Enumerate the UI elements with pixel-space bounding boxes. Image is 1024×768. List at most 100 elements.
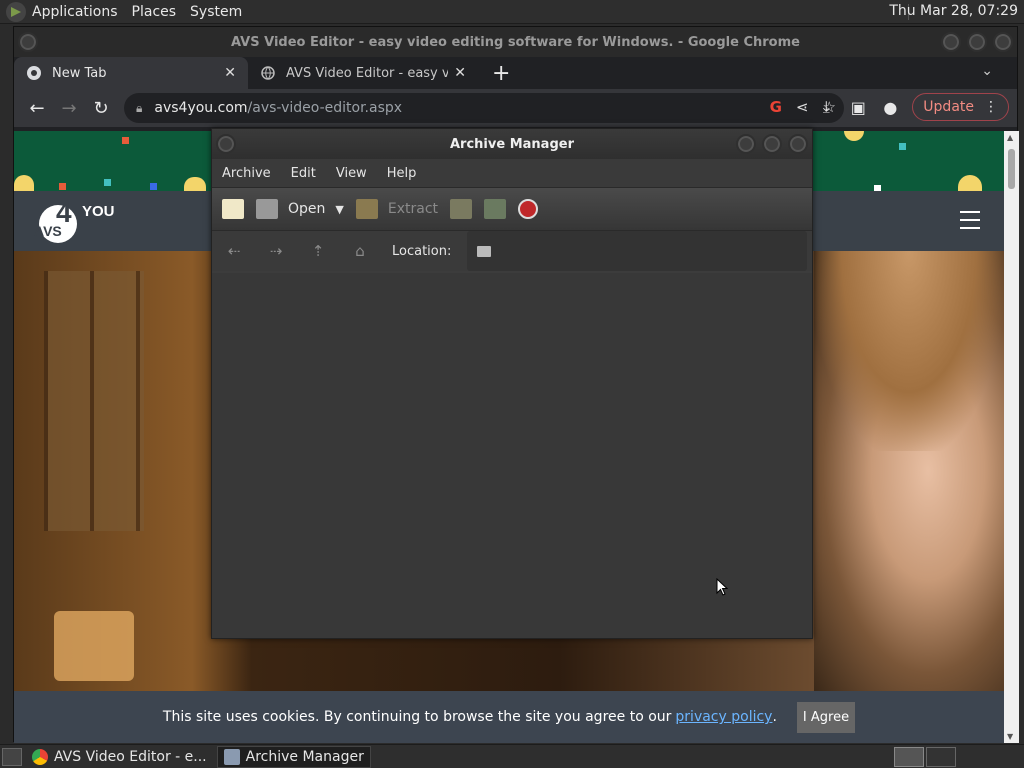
profile-icon[interactable]: ● [880,98,900,117]
chrome-toolbar: ← → ↻ 🔒︎ avs4you.com/avs-video-editor.as… [14,89,1017,127]
add-files-icon[interactable] [450,199,473,219]
mouse-cursor-icon [716,578,728,596]
archive-toolbar: Open ▼ Extract [212,187,812,231]
tab-title: New Tab [52,65,107,81]
close-window-button[interactable] [993,32,1013,52]
extract-icon [355,199,378,219]
menu-applications[interactable]: Applications [32,4,118,20]
confetti [14,175,34,191]
home-icon[interactable]: ⌂ [350,242,370,260]
share-icon[interactable]: ⋖ [796,98,809,116]
confetti [122,137,129,144]
side-panel-icon[interactable]: ▣ [848,98,868,117]
chrome-titlebar[interactable]: AVS Video Editor - easy video editing so… [14,27,1017,57]
window-menu-button[interactable] [216,134,236,154]
close-tab-icon[interactable]: ✕ [454,65,466,81]
url-text: avs4you.com/avs-video-editor.aspx [154,100,403,116]
page-scrollbar[interactable]: ▲ ▼ [1004,131,1019,743]
menu-system[interactable]: System [190,4,242,20]
close-tab-icon[interactable]: ✕ [224,65,236,81]
reload-button[interactable]: ↻ [86,93,116,123]
globe-icon [260,65,276,81]
open-archive-icon [256,199,278,219]
bottom-taskbar: AVS Video Editor - e... Archive Manager [0,744,1024,768]
add-folder-icon[interactable] [484,199,507,219]
clock[interactable]: Thu Mar 28, 07:29 [889,3,1018,19]
confetti [59,183,66,190]
minimize-button[interactable] [941,32,961,52]
scroll-up-icon[interactable]: ▲ [1007,133,1013,142]
new-tab-button[interactable]: + [492,61,510,86]
top-panel: Applications Places System Thu Mar 28, 0… [0,0,1024,24]
more-menu-icon[interactable]: ⋮ [984,99,998,115]
menu-places[interactable]: Places [132,4,177,20]
workspace-1[interactable] [894,747,924,767]
folder-icon [477,245,492,257]
close-window-button[interactable] [788,134,808,154]
confetti [184,177,206,191]
agree-button[interactable]: I Agree [796,701,856,733]
task-archive-manager[interactable]: Archive Manager [216,745,371,768]
dropdown-arrow-icon[interactable]: ▼ [335,203,343,216]
task-label: Archive Manager [245,748,364,765]
menu-edit[interactable]: Edit [291,166,316,181]
archive-location-bar: ⇠ ⇢ ⇡ ⌂ Location: [212,231,812,271]
confetti [150,183,157,190]
cookie-banner: This site uses cookies. By continuing to… [14,691,1004,743]
chrome-window-title: AVS Video Editor - easy video editing so… [231,34,800,50]
confetti [958,175,982,191]
cookie-text: This site uses cookies. By continuing to… [162,709,672,725]
maximize-button[interactable] [762,134,782,154]
lock-icon[interactable]: 🔒︎ [136,101,142,116]
scrollbar-thumb[interactable] [1008,149,1015,189]
archive-manager-window: Archive Manager Archive Edit View Help O… [211,128,813,639]
back-button[interactable]: ← [22,93,52,123]
update-button[interactable]: Update ⋮ [912,93,1009,121]
open-button[interactable]: Open ▼ [256,199,344,219]
location-label: Location: [392,243,452,259]
tab-new-tab[interactable]: New Tab ✕ [14,57,248,89]
archive-menubar: Archive Edit View Help [212,159,812,187]
google-lens-icon[interactable]: G [770,98,782,116]
cookie-period: . [772,709,777,725]
confetti [899,143,906,150]
location-field[interactable] [467,231,808,271]
tab-strip: New Tab ✕ AVS Video Editor - easy video … [14,57,1017,89]
forward-button[interactable]: → [54,93,84,123]
confetti [104,179,111,186]
menu-view[interactable]: View [336,166,367,181]
forward-arrow-icon[interactable]: ⇢ [266,242,286,260]
chrome-icon [32,748,48,765]
task-label: AVS Video Editor - e... [54,748,207,765]
archive-manager-icon [223,748,240,765]
minimize-button[interactable] [736,134,756,154]
tab-title: AVS Video Editor - easy video [286,65,449,81]
extract-label: Extract [387,201,439,217]
system-logo-icon[interactable] [6,1,26,22]
archive-titlebar[interactable]: Archive Manager [212,129,812,159]
new-archive-icon[interactable] [222,199,244,219]
hamburger-menu-icon[interactable] [960,211,980,229]
stop-icon[interactable] [518,199,539,219]
window-menu-button[interactable] [18,32,38,52]
task-chrome[interactable]: AVS Video Editor - e... [26,746,213,768]
privacy-policy-link[interactable]: privacy policy [675,709,772,725]
show-desktop-icon[interactable] [2,747,22,766]
back-arrow-icon[interactable]: ⇠ [224,242,244,260]
extract-button[interactable]: Extract [355,199,439,219]
open-label: Open [288,201,326,217]
workspace-2[interactable] [926,747,956,767]
menu-help[interactable]: Help [387,166,417,181]
avs4you-logo[interactable]: 4 YOU AVS [34,197,115,243]
download-icon[interactable]: ⤓ [816,97,836,117]
address-bar[interactable]: 🔒︎ avs4you.com/avs-video-editor.aspx G ⋖… [124,93,844,123]
tab-avs-video-editor[interactable]: AVS Video Editor - easy video ✕ [248,57,478,89]
tab-search-chevron-icon[interactable]: ⌄ [981,63,993,79]
confetti [844,131,864,141]
maximize-button[interactable] [967,32,987,52]
archive-title: Archive Manager [450,136,574,152]
menu-archive[interactable]: Archive [222,166,271,181]
chrome-icon [26,65,42,81]
scroll-down-icon[interactable]: ▼ [1007,732,1013,741]
up-arrow-icon[interactable]: ⇡ [308,242,328,260]
